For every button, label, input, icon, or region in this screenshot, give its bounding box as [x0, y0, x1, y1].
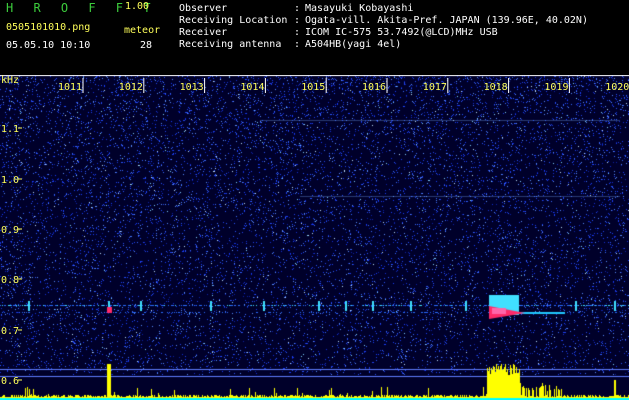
spectrogram-axes: kHz 1.11.00.90.80.70.6 1011 1012 1013 1014 1… — [1, 75, 629, 387]
location-label: Receiving Location — [179, 15, 288, 26]
y-tick-label: 0.8 — [1, 275, 19, 286]
observer-value: Masayuki Kobayashi — [305, 3, 414, 14]
x-tick-label: 1015 — [301, 82, 325, 93]
receiver-value: ICOM IC-575 53.7492(@LCD)MHz USB — [305, 27, 498, 38]
y-axis-ticks: 1.1 1.0 0.9 0.8 0.7 0.6 — [1, 124, 22, 387]
y-tick-label: 1.0 — [1, 175, 19, 186]
x-tick-label: 1019 — [544, 82, 568, 93]
location-colon: : — [294, 15, 301, 26]
y-tick-label: 0.6 — [1, 376, 19, 387]
observer-colon: : — [294, 3, 301, 14]
x-tick-label: 1020 — [605, 82, 629, 93]
date-time: 05.05.10 10:10 — [6, 40, 91, 51]
receiver-colon: : — [294, 27, 301, 38]
antenna-label: Receiving antenna — [179, 39, 282, 50]
x-tick-label: 1017 — [423, 82, 447, 93]
file-name: 0505101010.png — [6, 22, 91, 33]
x-tick-label: 1011 — [58, 82, 82, 93]
antenna-colon: : — [294, 39, 301, 50]
y-axis-unit: kHz — [1, 75, 19, 86]
receiver-label: Receiver — [179, 27, 228, 38]
observer-label: Observer — [179, 3, 228, 14]
spectrogram-plot: kHz 1.1 1.0 0.9 0.8 0.7 0.6 1011 1012 1013 1014 1… — [0, 75, 629, 400]
y-tick-label: 0.7 — [1, 326, 19, 337]
location-value: Ogata-vill. Akita-Pref. JAPAN (139.96E, … — [305, 15, 588, 26]
y-tick-label: 1.1 — [1, 124, 19, 135]
x-axis-ticks: 1011 1012 1013 1014 1015 1016 1017 1018 1019 1020 — [58, 78, 629, 93]
header-panel: H R O F F T 1.00 0505101010.png 05.05.10… — [0, 0, 629, 75]
x-tick-label: 1012 — [119, 82, 143, 93]
meteor-count: 28 — [140, 40, 153, 51]
y-tick-label: 0.9 — [1, 225, 19, 236]
x-tick-label: 1013 — [180, 82, 204, 93]
meteor-label: meteor — [124, 25, 161, 36]
x-tick-label: 1014 — [240, 82, 264, 93]
antenna-value: A504HB(yagi 4el) — [305, 39, 402, 50]
x-tick-label: 1016 — [362, 82, 386, 93]
app-version: 1.00 — [125, 1, 150, 12]
x-tick-label: 1018 — [484, 82, 508, 93]
